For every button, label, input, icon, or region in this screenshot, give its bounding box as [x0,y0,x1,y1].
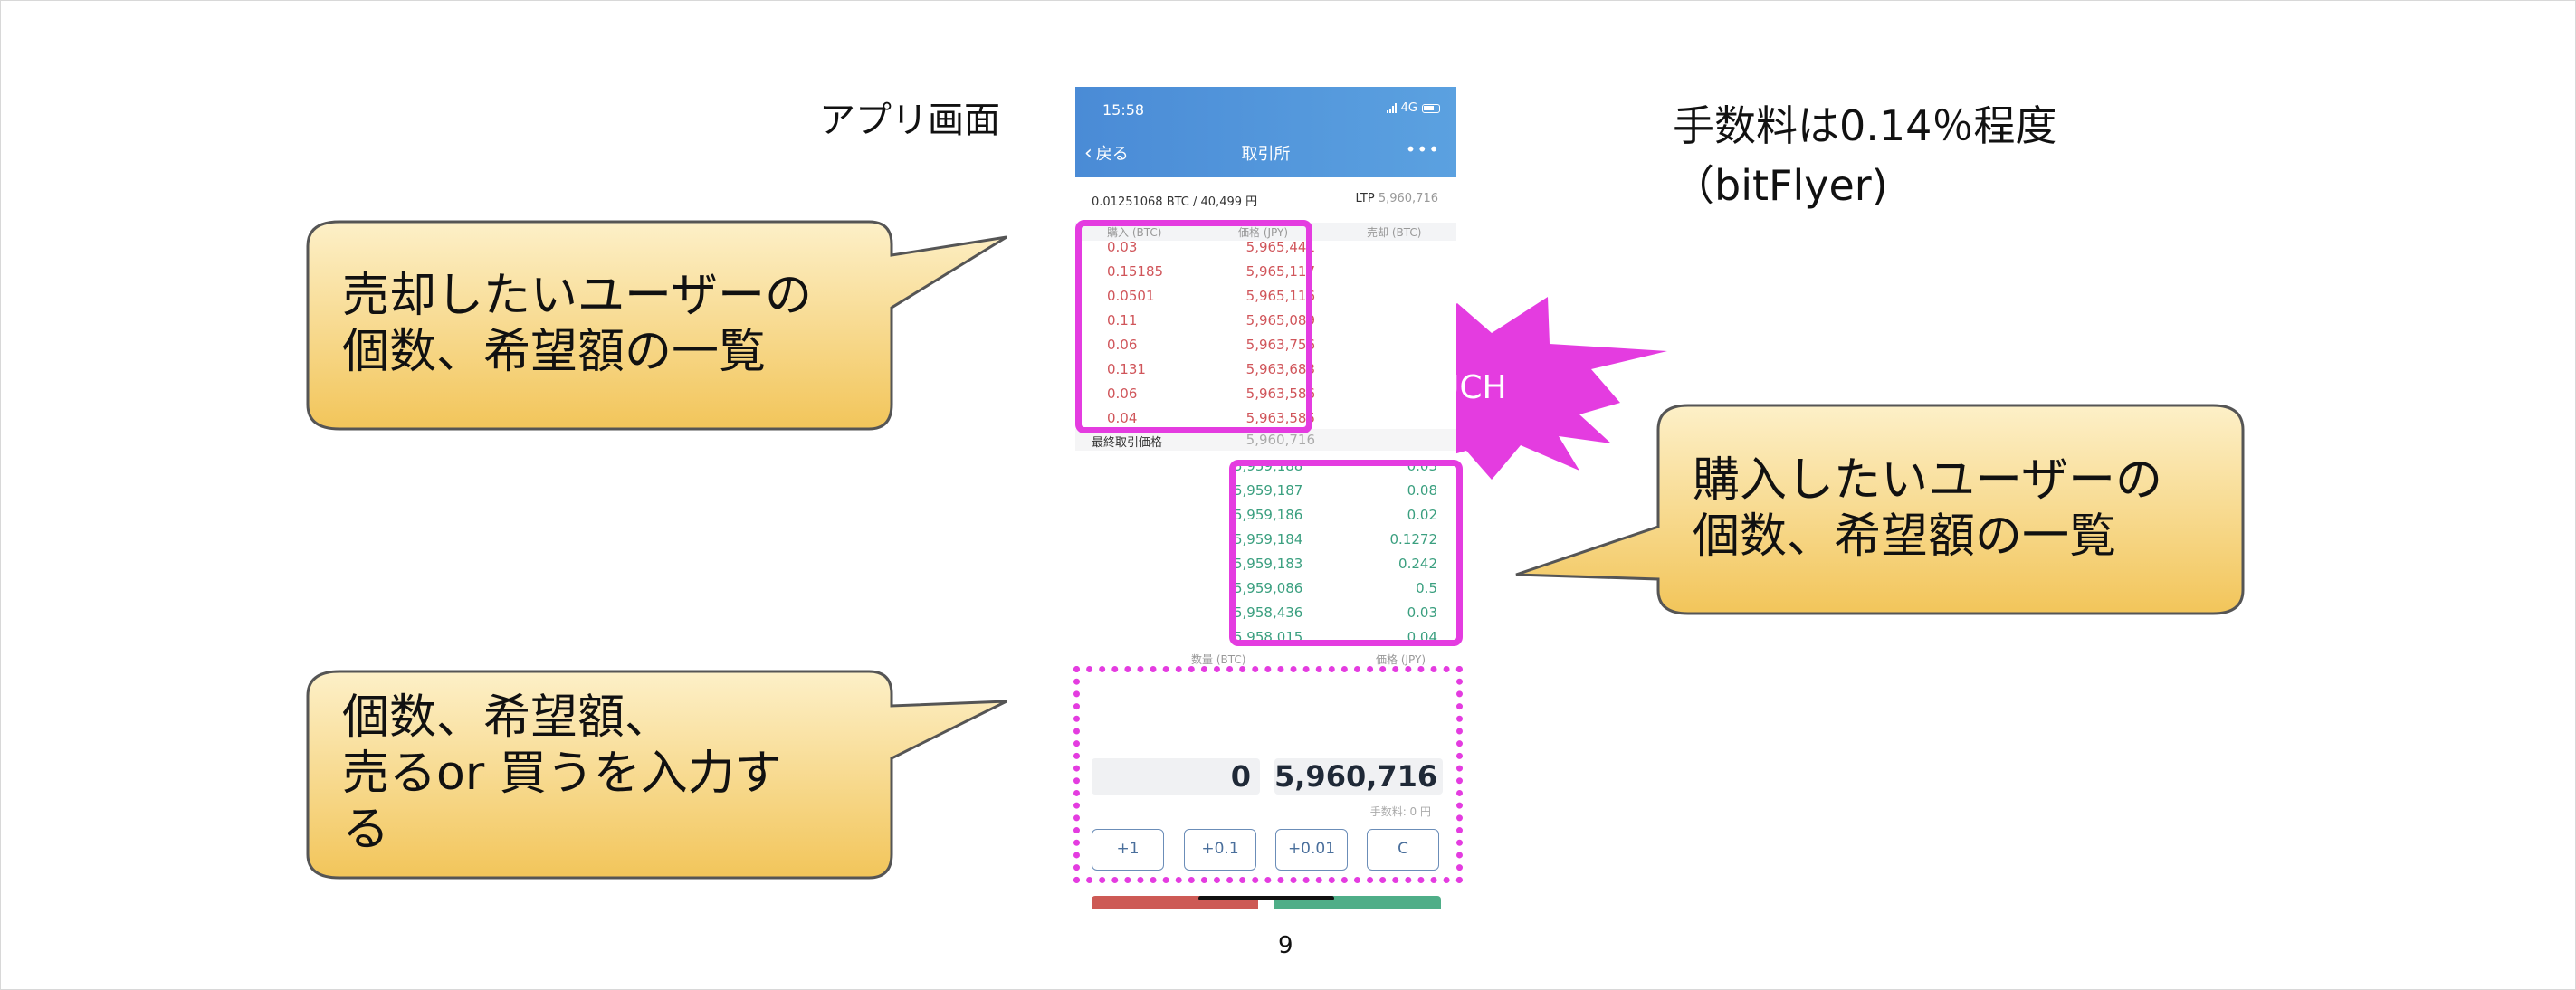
input-area-highlight [1073,666,1463,883]
status-time: 15:58 [1102,101,1145,119]
balance-text: 0.01251068 BTC / 40,499 円 [1092,195,1258,209]
buy-list-highlight [1229,460,1463,646]
screen-title: 取引所 [1241,145,1291,164]
col-sell-label: 売却 (BTC) [1367,226,1422,239]
network-label: 4G [1400,101,1417,115]
ltp-label: LTP [1355,192,1375,205]
callout-buy-line2: 個数、希望額の一覧 [1693,509,2117,564]
callout-sell-text: 売却したいユーザーの 個数、希望額の一覧 [342,268,812,380]
callout-input-line3: る [342,803,390,857]
home-indicator [1198,896,1334,900]
app-screen-label: アプリ画面 [819,100,1000,141]
last-trade-label: 最終取引価格 [1092,436,1163,450]
callout-sell-line1: 売却したいユーザーの [342,269,812,323]
callout-buy-text: 購入したいユーザーの 個数、希望額の一覧 [1693,452,2162,565]
signal-icon [1386,103,1397,113]
callout-buy-line1: 購入したいユーザーの [1693,453,2162,508]
sell-list-highlight [1075,220,1312,433]
callout-input-line2: 売るor 買うを入力す [342,747,782,801]
fee-note-text: 手数料は0.14％程度 （bitFlyer) [1673,96,2056,215]
more-icon[interactable]: ••• [1406,138,1440,160]
price-label: 価格 (JPY) [1376,653,1426,666]
app-header: 15:58 4G ‹ 戻る 取引所 ••• [1075,87,1456,177]
callout-input-line1: 個数、希望額、 [342,690,673,745]
battery-icon [1422,103,1440,113]
qty-label: 数量 (BTC) [1191,653,1246,666]
status-icons: 4G [1386,101,1440,115]
callout-input-text: 個数、希望額、 売るor 買うを入力す る [342,690,782,858]
last-trade-value: 5,960,716 [1245,432,1315,448]
ltp-value: 5,960,716 [1378,192,1438,205]
page-number: 9 [1278,932,1293,959]
much-label: MUCH [1407,369,1507,406]
callout-sell-line2: 個数、希望額の一覧 [342,325,767,379]
fee-line-2: （bitFlyer) [1673,161,1888,210]
ltp-text: LTP 5,960,716 [1355,192,1438,205]
fee-line-1: 手数料は0.14％程度 [1673,101,2057,150]
